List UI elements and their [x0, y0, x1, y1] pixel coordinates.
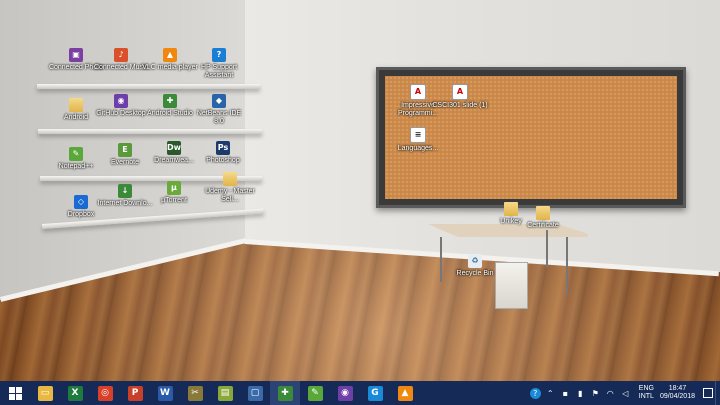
taskbar-button-powerpoint[interactable]: P — [120, 381, 150, 405]
desktop-icon-android-studio[interactable]: ✚ Android Studio — [142, 94, 198, 118]
text-file-icon: ≡ — [410, 127, 426, 143]
taskbar-button-excel[interactable]: X — [60, 381, 90, 405]
shelf — [38, 129, 262, 134]
taskbar-button-word[interactable]: W — [150, 381, 180, 405]
desktop-icon-board-2[interactable]: ≡ Languages... — [390, 127, 446, 153]
excel-icon: X — [67, 385, 83, 401]
connected-music-icon: ♪ — [114, 48, 128, 62]
system-tray: ? ⌃ ▪ ▮ ⚑ ◠ ◁ ENG INTL 18:47 09/04/2018 — [528, 381, 720, 405]
flag-icon[interactable]: ⚑ — [590, 388, 601, 399]
utorrent-icon: µ — [167, 181, 181, 195]
folder-icon — [536, 206, 550, 220]
desktop-icon-board-1[interactable]: A CSCI301 slide (1) — [432, 84, 488, 110]
start-button[interactable] — [0, 381, 30, 405]
hp-support-icon: ? — [212, 48, 226, 62]
folder-icon — [69, 98, 83, 112]
connected-photo-icon: ▣ — [69, 48, 83, 62]
gsp-icon: G — [367, 385, 383, 401]
word-icon: W — [157, 385, 173, 401]
taskbar: ▭ X ◎ P W ✂ ▤ ▢ ✚ ✎ ◉ G ▲ ? ⌃ ▪ ▮ ⚑ ◠ ◁ ENG INTL 18:… — [0, 381, 720, 405]
desktop-icon-hp-support[interactable]: ? HP Support Assistant — [191, 48, 247, 80]
android-studio-icon: ✚ — [277, 385, 293, 401]
taskbar-button-virtualbox[interactable]: ▢ — [240, 381, 270, 405]
desktop-icon-netbeans[interactable]: ◆ NetBeans IDE 8.0 — [191, 94, 247, 126]
desktop-icon-github-desktop[interactable]: ◉ GitHub Desktop — [93, 94, 149, 118]
language-indicator[interactable]: ENG INTL — [639, 385, 654, 401]
clock[interactable]: 18:47 09/04/2018 — [660, 385, 695, 401]
taskbar-button-vlc[interactable]: ▲ — [390, 381, 420, 405]
wifi-icon[interactable]: ◠ — [605, 388, 616, 399]
vlc-icon: ▲ — [397, 385, 413, 401]
desktop-icon-certificate[interactable]: Certificate — [515, 206, 571, 230]
desktop-icon-folder[interactable]: Udemy - Master Sell... — [202, 172, 258, 204]
taskbar-button-tools[interactable]: ✂ — [180, 381, 210, 405]
taskbar-button-gsp[interactable]: G — [360, 381, 390, 405]
virtualbox-icon: ▢ — [247, 385, 263, 401]
chrome-icon: ◎ — [97, 385, 113, 401]
desktop-icon-vlc[interactable]: ▲ VLC media player — [142, 48, 198, 72]
folder-icon — [223, 172, 237, 186]
network-icon[interactable]: ▪ — [560, 388, 571, 399]
shelf — [37, 84, 260, 89]
taskbar-button-file-explorer[interactable]: ▭ — [30, 381, 60, 405]
github-desktop-icon: ◉ — [114, 94, 128, 108]
dreamweaver-icon: Dw — [167, 141, 181, 155]
desktop-icon-photoshop[interactable]: Ps Photoshop — [195, 141, 251, 165]
notepad-icon: ✎ — [307, 385, 323, 401]
taskbar-button-notepad[interactable]: ✎ — [300, 381, 330, 405]
show-desktop-button[interactable] — [715, 381, 720, 405]
desktop-icon-utorrent[interactable]: µ µTorrent — [146, 181, 202, 205]
help-icon[interactable]: ? — [529, 387, 541, 399]
desktop-icon-dreamweaver[interactable]: Dw Dreamwea... — [146, 141, 202, 165]
desktop-background: ▣ Connected Photo ♪ Connected Music ▲ VLC med… — [0, 0, 720, 381]
taskbar-button-android-studio[interactable]: ✚ — [270, 381, 300, 405]
pdf-file-icon: A — [410, 84, 426, 100]
netbeans-icon: ◆ — [212, 94, 226, 108]
file-explorer-icon: ▭ — [37, 385, 53, 401]
photoshop-icon: Ps — [216, 141, 230, 155]
desktop-icon-recycle-bin[interactable]: ♻ Recycle Bin — [447, 254, 503, 278]
tools-icon: ✂ — [187, 385, 203, 401]
idm-icon: ↓ — [118, 184, 132, 198]
battery-icon[interactable]: ▮ — [575, 388, 586, 399]
notification-icon[interactable] — [703, 388, 713, 398]
android-studio-icon: ✚ — [163, 94, 177, 108]
vlc-icon: ▲ — [163, 48, 177, 62]
notes-icon: ▤ — [217, 385, 233, 401]
volume-icon[interactable]: ◁ — [620, 388, 631, 399]
desktop-icon-notepad-plus[interactable]: ✎ Notepad++ — [48, 147, 104, 171]
taskbar-button-github[interactable]: ◉ — [330, 381, 360, 405]
powerpoint-icon: P — [127, 385, 143, 401]
desktop-icon-idm[interactable]: ↓ Internet Downlo... — [97, 184, 153, 208]
recycle-bin-icon: ♻ — [468, 254, 482, 268]
taskbar-button-notes[interactable]: ▤ — [210, 381, 240, 405]
desktop-icon-evernote[interactable]: E Evernote — [97, 143, 153, 167]
pdf-file-icon: A — [452, 84, 468, 100]
desktop-icon-connected-music[interactable]: ♪ Connected Music — [93, 48, 149, 72]
windows-logo-icon — [8, 386, 22, 400]
evernote-icon: E — [118, 143, 132, 157]
dropbox-icon: ◇ — [74, 195, 88, 209]
notepad-plus-icon: ✎ — [69, 147, 83, 161]
github-icon: ◉ — [337, 385, 353, 401]
taskbar-button-chrome[interactable]: ◎ — [90, 381, 120, 405]
chevron-up-icon[interactable]: ⌃ — [545, 388, 556, 399]
